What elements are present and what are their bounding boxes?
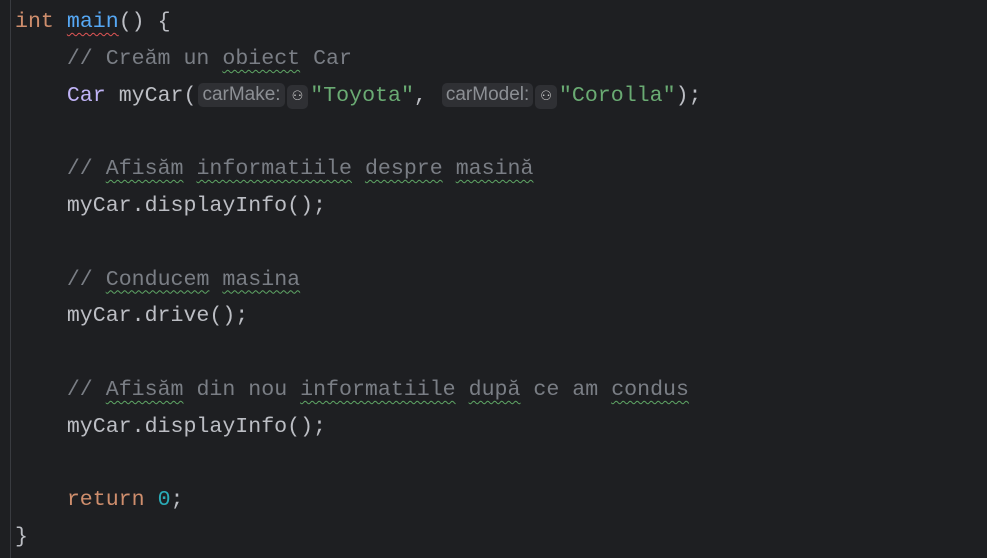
comment-token: Conducem (105, 267, 210, 292)
gutter-divider (10, 0, 11, 558)
comment-token: informatiile (300, 377, 456, 402)
function-name-token: main (66, 10, 119, 34)
comment-token: // Creăm un (66, 46, 223, 71)
code-token: myCar( (105, 83, 197, 108)
comment-token: Afisăm (105, 377, 184, 402)
comment-token: // (66, 157, 106, 182)
code-token: , (413, 83, 440, 108)
code-line[interactable]: myCar.displayInfo(); (15, 188, 701, 225)
code-line[interactable] (15, 114, 701, 151)
comment-token: // (66, 377, 106, 402)
comment-token (456, 378, 469, 402)
code-line[interactable]: } (15, 519, 701, 556)
code-line[interactable]: // Conducem masina (15, 262, 701, 299)
string-literal-token: "Corolla" (558, 83, 676, 108)
keyword-token: return (66, 488, 145, 513)
code-token: myCar.displayInfo(); (15, 193, 327, 218)
comment-token: după (468, 377, 521, 402)
code-line[interactable]: // Afisăm din nou informatiile după ce a… (15, 372, 701, 409)
code-line[interactable]: myCar.drive(); (15, 298, 701, 335)
comment-token (352, 157, 365, 181)
comment-token: Car (300, 46, 352, 71)
code-line[interactable]: // Afisăm informatiile despre masină (15, 151, 701, 188)
code-token: myCar.displayInfo(); (15, 414, 327, 439)
comment-token: masina (222, 267, 301, 292)
code-editor[interactable]: int main() { // Creăm un obiect Car Car … (15, 4, 701, 556)
comment-token: // (66, 267, 106, 292)
comment-token: obiect (222, 46, 301, 71)
comment-token (443, 157, 456, 181)
parameter-hint-icon[interactable]: ⚇ (286, 84, 309, 109)
code-line[interactable]: Car myCar(carMake: ⚇ "Toyota", carModel: ⚇ "… (15, 78, 701, 115)
keyword-token: int (15, 10, 54, 34)
code-token: () { (118, 10, 171, 34)
parameter-hint[interactable]: carMake: (198, 82, 285, 107)
comment-token: Afisăm (105, 157, 184, 182)
code-line[interactable] (15, 335, 701, 372)
code-token: } (15, 525, 28, 550)
parameter-hint-icon[interactable]: ⚇ (535, 84, 557, 109)
parameter-hint[interactable]: carModel: (441, 82, 534, 107)
code-token: ); (675, 83, 702, 108)
code-line[interactable]: // Creăm un obiect Car (15, 41, 701, 78)
code-line[interactable] (15, 446, 701, 483)
class-name-token: Car (66, 83, 106, 108)
string-literal-token: "Toyota" (310, 83, 414, 108)
code-line[interactable]: int main() { (15, 4, 701, 41)
comment-token: condus (611, 377, 689, 402)
code-line[interactable]: myCar.displayInfo(); (15, 409, 701, 446)
comment-token (184, 157, 197, 181)
code-token: ; (170, 488, 184, 513)
comment-token: masină (455, 157, 534, 182)
code-line[interactable] (15, 225, 701, 262)
comment-token (209, 268, 222, 292)
code-line[interactable]: return 0; (15, 482, 701, 519)
code-token: myCar.drive(); (15, 304, 249, 329)
comment-token: informatiile (196, 157, 352, 182)
comment-token: ce am (520, 377, 612, 402)
number-literal-token: 0 (157, 488, 171, 513)
comment-token: despre (364, 157, 443, 182)
comment-token: din nou (183, 377, 301, 402)
